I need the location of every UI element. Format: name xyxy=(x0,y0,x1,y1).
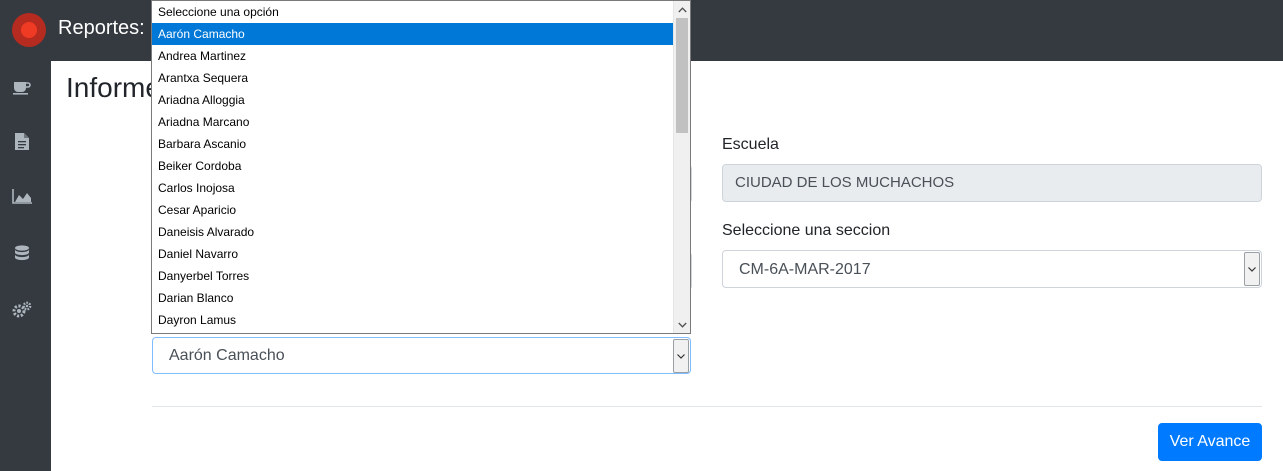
document-icon[interactable] xyxy=(12,131,32,151)
chevron-down-icon[interactable] xyxy=(673,339,689,373)
scroll-up-icon[interactable] xyxy=(674,1,690,18)
student-select-value: Aarón Camacho xyxy=(169,347,285,364)
page-title: Informe xyxy=(66,72,161,103)
coffee-icon[interactable] xyxy=(12,78,32,98)
student-select[interactable]: Aarón Camacho xyxy=(152,337,691,374)
area-chart-icon[interactable] xyxy=(12,186,32,206)
app-logo[interactable] xyxy=(12,13,46,47)
dropdown-scrollbar[interactable] xyxy=(673,1,690,333)
database-icon[interactable] xyxy=(12,243,32,263)
dropdown-option[interactable]: Carlos Inojosa xyxy=(152,177,674,199)
dropdown-option[interactable]: Barbara Ascanio xyxy=(152,133,674,155)
dropdown-option[interactable]: Andrea Martinez xyxy=(152,45,674,67)
form-divider xyxy=(152,406,1262,407)
school-field: CIUDAD DE LOS MUCHACHOS xyxy=(722,164,1262,202)
sidebar xyxy=(0,61,51,471)
dropdown-option[interactable]: Daniel Navarro xyxy=(152,243,674,265)
section-select[interactable]: CM-6A-MAR-2017 xyxy=(722,250,1262,288)
dropdown-option[interactable]: Beiker Cordoba xyxy=(152,155,674,177)
school-label: Escuela xyxy=(722,136,779,153)
dropdown-option[interactable]: Darian Blanco xyxy=(152,287,674,309)
scrollbar-thumb[interactable] xyxy=(676,18,688,133)
dropdown-option[interactable]: Danyerbel Torres xyxy=(152,265,674,287)
view-progress-button[interactable]: Ver Avance xyxy=(1158,423,1262,461)
student-dropdown-list[interactable]: Seleccione una opción Aarón Camacho Andr… xyxy=(151,0,691,334)
section-label: Seleccione una seccion xyxy=(722,222,891,239)
dropdown-option[interactable]: Daneisis Alvarado xyxy=(152,221,674,243)
section-select-value: CM-6A-MAR-2017 xyxy=(739,261,871,278)
dropdown-option-selected[interactable]: Aarón Camacho xyxy=(152,23,674,45)
gears-icon[interactable] xyxy=(12,299,32,319)
dropdown-option[interactable]: Seleccione una opción xyxy=(152,1,674,23)
dropdown-option[interactable]: Arantxa Sequera xyxy=(152,67,674,89)
app-title: Reportes: P xyxy=(58,17,164,39)
dropdown-option[interactable]: Ariadna Alloggia xyxy=(152,89,674,111)
chevron-down-icon[interactable] xyxy=(1244,252,1260,286)
dropdown-option[interactable]: Cesar Aparicio xyxy=(152,199,674,221)
dropdown-option[interactable]: Dayron Lamus xyxy=(152,309,674,331)
dropdown-option[interactable]: Ariadna Marcano xyxy=(152,111,674,133)
scroll-down-icon[interactable] xyxy=(674,316,690,333)
